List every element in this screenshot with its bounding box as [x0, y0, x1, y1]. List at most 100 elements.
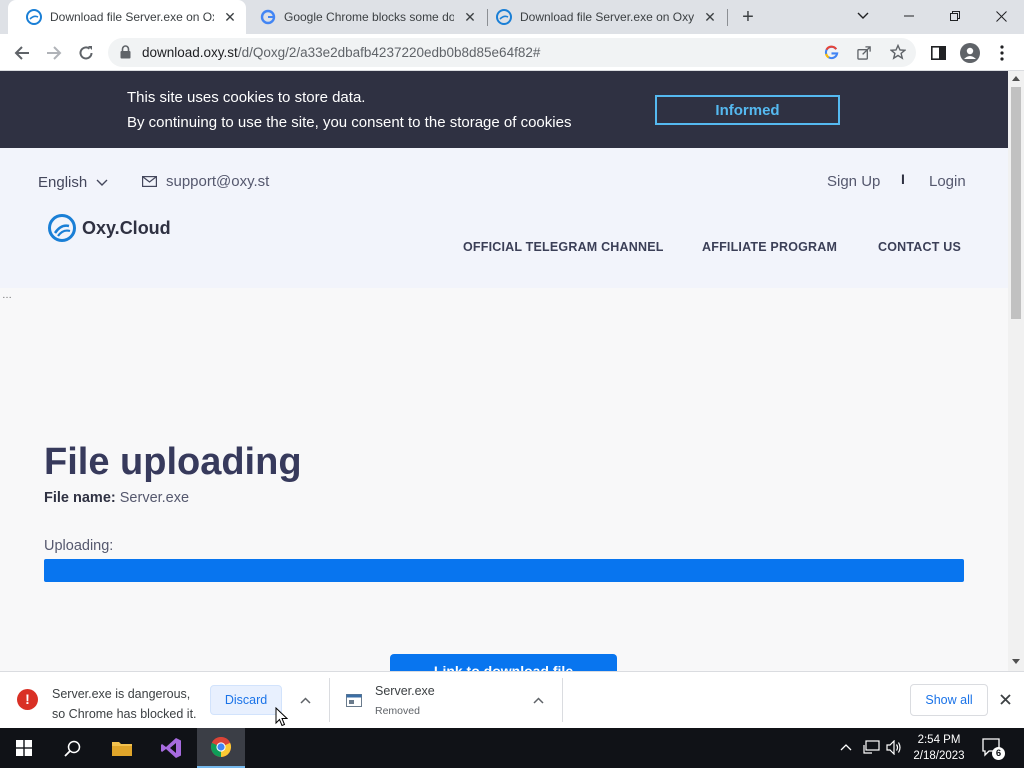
page-title: File uploading	[44, 441, 302, 483]
tab-separator	[727, 9, 728, 26]
support-email: support@oxy.st	[166, 173, 270, 190]
minimize-icon	[904, 15, 914, 17]
chevron-up-icon[interactable]	[840, 743, 852, 751]
chevron-up-icon[interactable]	[300, 697, 311, 704]
upload-progress-bar	[44, 559, 964, 582]
oxy-favicon-icon	[26, 9, 42, 25]
volume-icon[interactable]	[886, 740, 902, 755]
search-icon	[63, 740, 80, 757]
folder-icon	[112, 742, 132, 756]
shelf-separator	[562, 678, 563, 722]
scrollbar-thumb[interactable]	[1011, 87, 1021, 319]
reload-button[interactable]	[72, 39, 100, 67]
new-tab-button[interactable]: +	[736, 6, 760, 28]
login-link[interactable]: Login	[929, 173, 966, 190]
nav-affiliate-program[interactable]: AFFILIATE PROGRAM	[702, 240, 837, 254]
nav-telegram-channel[interactable]: OFFICIAL TELEGRAM CHANNEL	[463, 240, 664, 254]
close-window-button[interactable]	[978, 0, 1024, 32]
cookie-text-line1: This site uses cookies to store data.	[127, 89, 366, 106]
tab-search-button[interactable]	[840, 0, 886, 32]
menu-button[interactable]	[988, 39, 1016, 67]
site-header: English support@oxy.st Sign Up I Login O…	[0, 148, 1008, 288]
tab-strip: Download file Server.exe on Oxy ✕ Google…	[0, 0, 1024, 34]
url-host: download.oxy.st	[142, 45, 238, 60]
share-icon[interactable]	[857, 45, 872, 60]
chevron-down-icon	[857, 12, 869, 19]
chrome-taskbar-button[interactable]	[197, 728, 245, 768]
visual-studio-icon	[161, 738, 181, 758]
file-name-value: Server.exe	[119, 490, 190, 506]
page-viewport: This site uses cookies to store data. By…	[0, 71, 1008, 671]
auth-separator: I	[901, 171, 905, 187]
informed-button[interactable]: Informed	[655, 95, 840, 125]
visual-studio-button[interactable]	[147, 728, 195, 768]
download-file-name[interactable]: Server.exe	[375, 684, 435, 698]
exe-file-icon	[346, 694, 362, 707]
support-email-link[interactable]: support@oxy.st	[142, 173, 269, 190]
back-button[interactable]	[8, 39, 36, 67]
google-favicon-icon	[260, 9, 276, 25]
ellipsis-marker: …	[2, 290, 12, 301]
blocked-message: Server.exe is dangerous, so Chrome has b…	[52, 684, 197, 724]
profile-button[interactable]	[956, 39, 984, 67]
blocked-message-line1: Server.exe is dangerous,	[52, 687, 191, 701]
file-name-row: File name: Server.exe	[44, 490, 189, 506]
uploading-label: Uploading:	[44, 538, 114, 554]
side-panel-icon	[930, 46, 946, 60]
download-status: Removed	[375, 705, 420, 717]
action-center-button[interactable]: 6	[982, 738, 1005, 763]
tab-title: Download file Server.exe on Oxy	[50, 10, 214, 24]
bookmark-star-icon[interactable]	[890, 44, 906, 60]
kebab-menu-icon	[1000, 45, 1004, 61]
back-arrow-icon	[14, 46, 29, 60]
cookie-text-line2: By continuing to use the site, you conse…	[127, 114, 572, 131]
search-button[interactable]	[48, 728, 96, 768]
discard-button[interactable]: Discard	[210, 685, 282, 715]
restore-icon	[950, 11, 960, 21]
side-panel-button[interactable]	[924, 39, 952, 67]
file-name-label: File name:	[44, 490, 116, 506]
close-tab-icon[interactable]: ✕	[702, 9, 718, 25]
scroll-up-arrow-icon[interactable]	[1012, 76, 1020, 81]
minimize-button[interactable]	[886, 0, 932, 32]
brand-logo[interactable]: Oxy.Cloud	[48, 214, 171, 242]
close-tab-icon[interactable]: ✕	[222, 9, 238, 25]
close-icon	[995, 10, 1007, 22]
file-explorer-button[interactable]	[98, 728, 146, 768]
url-text[interactable]: download.oxy.st/d/Qoxg/2/a33e2dbafb42372…	[142, 45, 540, 60]
google-lens-icon[interactable]	[824, 45, 839, 60]
show-all-button[interactable]: Show all	[910, 684, 988, 716]
start-button[interactable]	[0, 728, 48, 768]
close-shelf-icon[interactable]	[1000, 694, 1011, 705]
close-tab-icon[interactable]: ✕	[462, 9, 478, 25]
danger-icon: !	[17, 689, 38, 710]
scroll-down-arrow-icon[interactable]	[1012, 659, 1020, 664]
chevron-up-icon[interactable]	[533, 697, 544, 704]
tab-oxy-2[interactable]: Download file Server.exe on Oxy ✕	[488, 0, 726, 34]
cookie-banner: This site uses cookies to store data. By…	[0, 71, 1008, 148]
forward-button[interactable]	[40, 39, 68, 67]
language-label: English	[38, 174, 88, 191]
tab-title: Google Chrome blocks some dow	[284, 10, 454, 24]
sign-up-link[interactable]: Sign Up	[827, 173, 880, 190]
windows-logo-icon	[16, 740, 32, 756]
tab-oxy-1[interactable]: Download file Server.exe on Oxy ✕	[8, 0, 246, 34]
notification-count-badge: 6	[992, 747, 1005, 760]
lock-icon[interactable]	[120, 45, 131, 59]
restore-button[interactable]	[932, 0, 978, 32]
nav-contact-us[interactable]: CONTACT US	[878, 240, 961, 254]
taskbar-clock[interactable]: 2:54 PM 2/18/2023	[906, 732, 972, 764]
address-bar[interactable]: download.oxy.st/d/Qoxg/2/a33e2dbafb42372…	[108, 38, 916, 67]
oxy-favicon-icon	[496, 9, 512, 25]
reload-icon	[79, 46, 93, 60]
download-link-button[interactable]: Link to download file	[390, 654, 617, 671]
windows-taskbar: 2:54 PM 2/18/2023 6	[0, 728, 1024, 768]
network-icon[interactable]	[863, 740, 880, 755]
download-shelf: ! Server.exe is dangerous, so Chrome has…	[0, 671, 1024, 728]
language-selector[interactable]: English	[38, 174, 108, 191]
tab-google[interactable]: Google Chrome blocks some dow ✕	[246, 0, 486, 34]
oxy-cloud-logo-icon	[48, 214, 76, 242]
clock-date: 2/18/2023	[913, 750, 965, 762]
tab-title: Download file Server.exe on Oxy	[520, 10, 694, 24]
page-scrollbar[interactable]	[1008, 71, 1024, 671]
